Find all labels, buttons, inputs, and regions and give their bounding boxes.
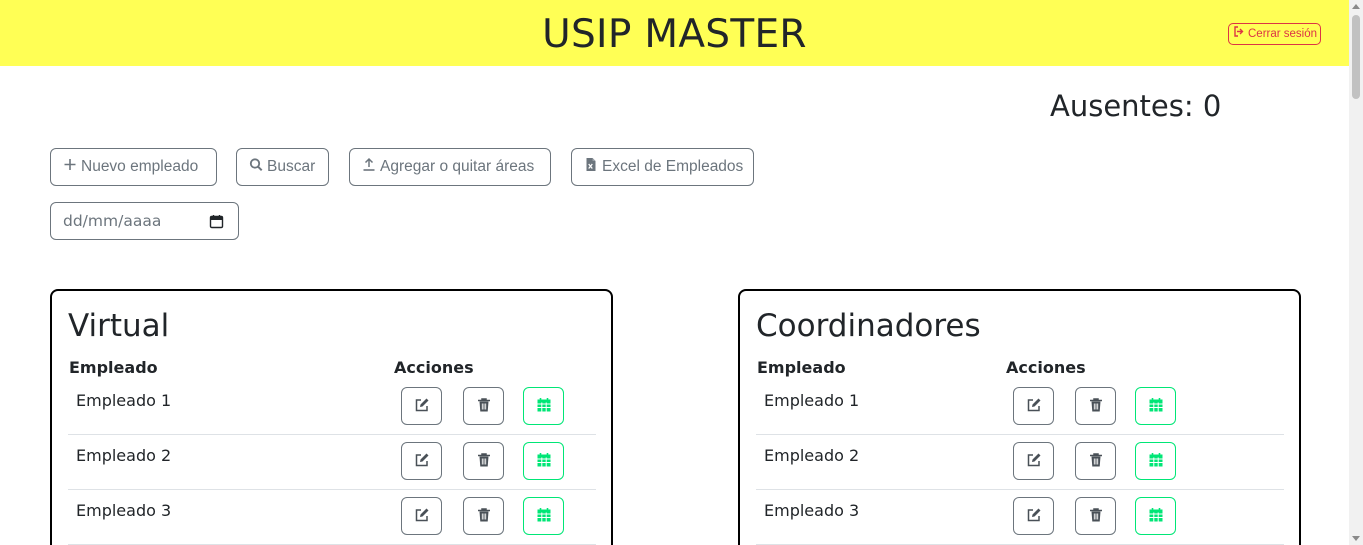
trash-icon bbox=[1088, 397, 1104, 416]
search-icon bbox=[249, 157, 263, 177]
scroll-up-arrow-icon[interactable] bbox=[1352, 4, 1360, 9]
column-header-actions: Acciones bbox=[1006, 358, 1086, 377]
card-title: Coordinadores bbox=[756, 308, 981, 344]
edit-button[interactable] bbox=[1013, 497, 1054, 535]
employee-name: Empleado 1 bbox=[76, 391, 172, 410]
table-row: Empleado 3 bbox=[756, 490, 1284, 545]
edit-button[interactable] bbox=[401, 387, 442, 425]
trash-icon bbox=[476, 397, 492, 416]
column-header-actions: Acciones bbox=[394, 358, 474, 377]
employee-name: Empleado 3 bbox=[764, 501, 860, 520]
table-row: Empleado 2 bbox=[68, 435, 596, 490]
scrollbar-thumb[interactable] bbox=[1352, 15, 1360, 99]
edit-button[interactable] bbox=[401, 442, 442, 480]
trash-icon bbox=[476, 507, 492, 526]
delete-button[interactable] bbox=[1075, 497, 1116, 535]
delete-button[interactable] bbox=[463, 497, 504, 535]
search-button[interactable]: Buscar bbox=[236, 148, 329, 186]
calendar-grid-icon bbox=[536, 507, 552, 526]
calendar-grid-icon bbox=[1148, 397, 1164, 416]
schedule-button[interactable] bbox=[523, 442, 564, 480]
logout-button[interactable]: Cerrar sesión bbox=[1228, 23, 1322, 45]
edit-button[interactable] bbox=[1013, 442, 1054, 480]
delete-button[interactable] bbox=[463, 442, 504, 480]
area-card-coordinadores: Coordinadores Empleado Acciones Empleado… bbox=[738, 289, 1301, 545]
delete-button[interactable] bbox=[1075, 387, 1116, 425]
edit-icon bbox=[1026, 397, 1042, 416]
file-excel-icon bbox=[584, 157, 598, 177]
edit-icon bbox=[414, 397, 430, 416]
delete-button[interactable] bbox=[463, 387, 504, 425]
table-row: Empleado 1 bbox=[68, 380, 596, 435]
areas-label: Agregar o quitar áreas bbox=[380, 158, 535, 175]
card-title: Virtual bbox=[68, 308, 170, 344]
calendar-grid-icon bbox=[536, 397, 552, 416]
calendar-icon[interactable] bbox=[209, 214, 224, 229]
trash-icon bbox=[476, 452, 492, 471]
employee-name: Empleado 2 bbox=[76, 446, 172, 465]
calendar-grid-icon bbox=[1148, 452, 1164, 471]
new-employee-button[interactable]: Nuevo empleado bbox=[50, 148, 217, 186]
edit-button[interactable] bbox=[401, 497, 442, 535]
employee-name: Empleado 2 bbox=[764, 446, 860, 465]
edit-icon bbox=[1026, 452, 1042, 471]
edit-icon bbox=[414, 452, 430, 471]
column-header-employee: Empleado bbox=[69, 358, 158, 377]
schedule-button[interactable] bbox=[523, 387, 564, 425]
upload-icon bbox=[362, 157, 376, 177]
app-title: USIP MASTER bbox=[542, 12, 807, 57]
date-filter-input[interactable]: dd/mm/aaaa bbox=[50, 202, 239, 240]
edit-icon bbox=[1026, 507, 1042, 526]
table-row: Empleado 3 bbox=[68, 490, 596, 545]
schedule-button[interactable] bbox=[1135, 442, 1176, 480]
column-header-employee: Empleado bbox=[757, 358, 846, 377]
calendar-grid-icon bbox=[1148, 507, 1164, 526]
schedule-button[interactable] bbox=[523, 497, 564, 535]
delete-button[interactable] bbox=[1075, 442, 1116, 480]
logout-label: Cerrar sesión bbox=[1248, 28, 1318, 40]
page-scrollbar[interactable] bbox=[1349, 0, 1363, 545]
scroll-down-arrow-icon[interactable] bbox=[1352, 536, 1360, 541]
plus-icon bbox=[63, 157, 77, 177]
sign-out-icon bbox=[1233, 24, 1245, 44]
edit-button[interactable] bbox=[1013, 387, 1054, 425]
calendar-grid-icon bbox=[536, 452, 552, 471]
app-header: USIP MASTER Cerrar sesión bbox=[0, 0, 1349, 66]
excel-label: Excel de Empleados bbox=[602, 158, 744, 175]
search-label: Buscar bbox=[267, 158, 316, 175]
edit-icon bbox=[414, 507, 430, 526]
areas-button[interactable]: Agregar o quitar áreas bbox=[349, 148, 551, 186]
employee-name: Empleado 1 bbox=[764, 391, 860, 410]
trash-icon bbox=[1088, 507, 1104, 526]
employee-name: Empleado 3 bbox=[76, 501, 172, 520]
table-row: Empleado 2 bbox=[756, 435, 1284, 490]
new-employee-label: Nuevo empleado bbox=[81, 158, 199, 175]
schedule-button[interactable] bbox=[1135, 497, 1176, 535]
trash-icon bbox=[1088, 452, 1104, 471]
absent-count: Ausentes: 0 bbox=[1050, 89, 1222, 123]
area-card-virtual: Virtual Empleado Acciones Empleado 1 Emp… bbox=[50, 289, 613, 545]
table-row: Empleado 1 bbox=[756, 380, 1284, 435]
schedule-button[interactable] bbox=[1135, 387, 1176, 425]
excel-button[interactable]: Excel de Empleados bbox=[571, 148, 754, 186]
date-placeholder: dd/mm/aaaa bbox=[63, 212, 162, 230]
